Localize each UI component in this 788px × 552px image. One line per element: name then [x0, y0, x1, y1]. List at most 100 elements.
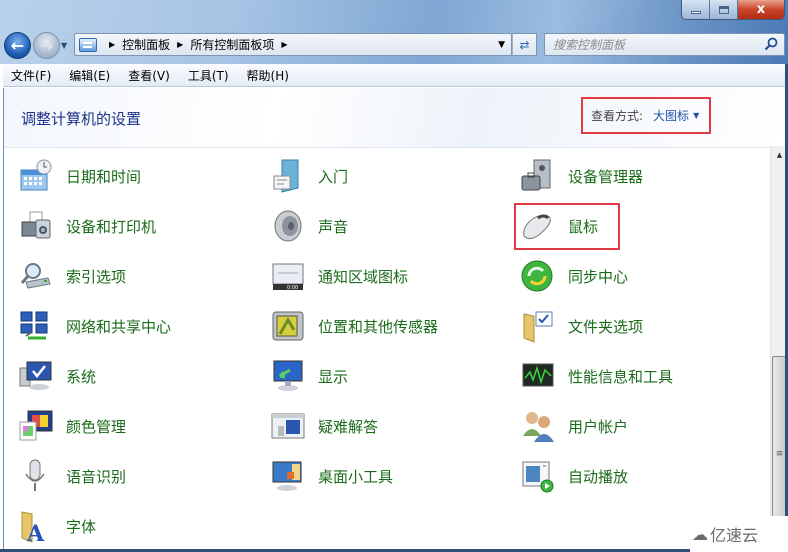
breadcrumb-separator-icon[interactable]: ▶	[109, 40, 115, 49]
performance-icon	[520, 358, 556, 394]
notification-area-icon: 0:00	[270, 258, 306, 294]
indexing-search-icon	[18, 258, 54, 294]
chevron-down-icon[interactable]: ▼	[693, 111, 699, 120]
calendar-clock-icon	[18, 158, 54, 194]
printer-icon	[18, 208, 54, 244]
user-accounts-icon	[520, 408, 556, 444]
view-by-value[interactable]: 大图标	[653, 107, 689, 124]
content-header: 调整计算机的设置 查看方式: 大图标 ▼	[4, 88, 786, 148]
item-color-management[interactable]: 颜色管理	[4, 406, 126, 446]
item-label: 显示	[318, 367, 349, 386]
item-fonts[interactable]: A 字体	[4, 506, 96, 547]
microphone-icon	[18, 458, 54, 494]
item-performance[interactable]: 性能信息和工具	[506, 356, 673, 396]
item-devices-printers[interactable]: 设备和打印机	[4, 206, 156, 246]
item-system[interactable]: 系统	[4, 356, 96, 396]
grip-icon: ≡	[775, 449, 784, 459]
item-label: 入门	[318, 167, 349, 186]
breadcrumb-control-panel[interactable]: 控制面板	[122, 36, 170, 53]
view-by-label: 查看方式:	[591, 109, 644, 123]
control-panel-icon	[79, 37, 97, 52]
network-icon	[18, 308, 54, 344]
item-label: 声音	[318, 217, 349, 236]
window-controls: x	[681, 0, 785, 20]
navigation-buttons: ← → ▼	[4, 30, 67, 60]
svg-text:0:00: 0:00	[287, 285, 298, 291]
back-arrow-icon: ←	[10, 35, 25, 55]
item-label: 性能信息和工具	[568, 367, 674, 386]
item-notification-icons[interactable]: 0:00 通知区域图标	[256, 256, 408, 296]
item-sound[interactable]: 声音	[256, 206, 348, 246]
address-dropdown-icon[interactable]: ▼	[498, 40, 505, 50]
item-label: 疑难解答	[318, 417, 379, 436]
forward-button[interactable]: →	[33, 31, 60, 59]
item-desktop-gadgets[interactable]: 桌面小工具	[256, 456, 393, 496]
fonts-folder-icon: A	[18, 508, 54, 547]
close-button[interactable]: x	[738, 0, 784, 19]
item-getting-started[interactable]: 入门	[256, 156, 348, 196]
svg-text:A: A	[26, 521, 45, 544]
item-label: 用户帐户	[568, 417, 629, 436]
item-folder-options[interactable]: 文件夹选项	[506, 306, 643, 346]
item-sync-center[interactable]: 同步中心	[506, 256, 628, 296]
content-area: 调整计算机的设置 查看方式: 大图标 ▼ 日期和时间 设备和打印机 索引选项 网…	[3, 88, 787, 552]
autoplay-icon	[520, 458, 556, 494]
item-device-manager[interactable]: 设备管理器	[506, 156, 643, 196]
minimize-icon	[690, 11, 701, 14]
minimize-button[interactable]	[682, 0, 710, 19]
watermark-text: 亿速云	[710, 526, 759, 545]
menu-view[interactable]: 查看(V)	[120, 67, 178, 84]
search-input[interactable]	[553, 37, 753, 52]
item-autoplay[interactable]: 自动播放	[506, 456, 628, 496]
menu-tools[interactable]: 工具(T)	[180, 67, 237, 84]
item-label: 文件夹选项	[568, 317, 644, 336]
item-label: 通知区域图标	[318, 267, 409, 286]
system-icon	[18, 358, 54, 394]
menu-bar: 文件(F) 编辑(E) 查看(V) 工具(T) 帮助(H)	[3, 64, 785, 87]
color-management-icon	[18, 408, 54, 444]
item-speech-recognition[interactable]: 语音识别	[4, 456, 126, 496]
device-manager-icon	[520, 158, 556, 194]
item-label: 索引选项	[66, 267, 127, 286]
maximize-button[interactable]	[710, 0, 738, 19]
forward-arrow-icon: →	[39, 35, 54, 55]
refresh-icon: ⇄	[519, 37, 530, 52]
cloud-logo-icon: ☁	[692, 524, 708, 544]
refresh-button[interactable]: ⇄	[512, 33, 537, 56]
desktop-gadgets-icon	[270, 458, 306, 494]
menu-edit[interactable]: 编辑(E)	[61, 67, 118, 84]
item-label: 设备管理器	[568, 167, 644, 186]
search-icon[interactable]	[764, 37, 778, 51]
item-label: 桌面小工具	[318, 467, 394, 486]
sync-center-icon	[520, 258, 556, 294]
back-button[interactable]: ←	[4, 31, 31, 59]
item-network-sharing[interactable]: 网络和共享中心	[4, 306, 171, 346]
item-label: 自动播放	[568, 467, 629, 486]
item-label: 语音识别	[66, 467, 127, 486]
breadcrumb-all-items[interactable]: 所有控制面板项	[190, 36, 274, 53]
location-sensor-icon	[270, 308, 306, 344]
mouse-highlight-box	[514, 203, 620, 250]
breadcrumb-separator-icon[interactable]: ▶	[177, 40, 183, 49]
search-box	[544, 33, 785, 56]
page-title: 调整计算机的设置	[21, 110, 142, 128]
item-user-accounts[interactable]: 用户帐户	[506, 406, 628, 446]
address-bar[interactable]: ▶ 控制面板 ▶ 所有控制面板项 ▶ ▼	[74, 33, 512, 56]
menu-help[interactable]: 帮助(H)	[239, 67, 297, 84]
folder-options-icon	[520, 308, 556, 344]
maximize-icon	[718, 5, 729, 14]
recent-pages-dropdown[interactable]: ▼	[61, 41, 67, 50]
item-display[interactable]: 显示	[256, 356, 348, 396]
item-troubleshooting[interactable]: 疑难解答	[256, 406, 378, 446]
item-label: 日期和时间	[66, 167, 142, 186]
troubleshooting-icon	[270, 408, 306, 444]
item-location-sensors[interactable]: 位置和其他传感器	[256, 306, 438, 346]
item-date-time[interactable]: 日期和时间	[4, 156, 141, 196]
breadcrumb-separator-icon[interactable]: ▶	[281, 40, 287, 49]
menu-file[interactable]: 文件(F)	[3, 67, 59, 84]
item-indexing-options[interactable]: 索引选项	[4, 256, 126, 296]
view-by-selector[interactable]: 查看方式: 大图标 ▼	[581, 97, 711, 134]
getting-started-icon	[270, 158, 306, 194]
display-icon	[270, 358, 306, 394]
item-label: 系统	[66, 367, 97, 386]
